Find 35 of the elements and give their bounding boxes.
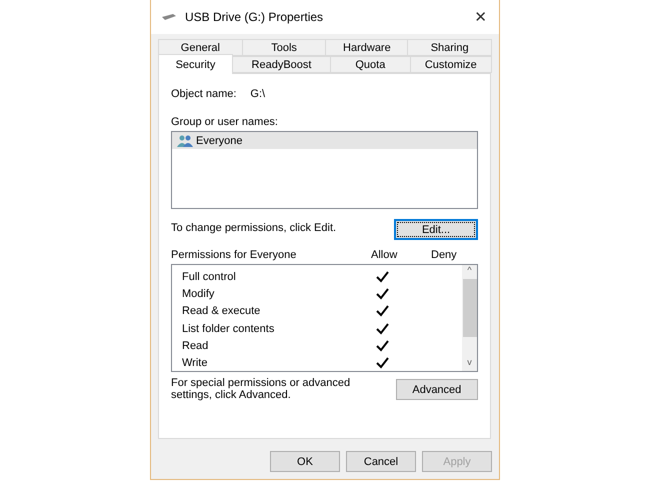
scroll-down-button[interactable]: v bbox=[467, 357, 472, 371]
tab[interactable]: Sharing bbox=[407, 39, 492, 56]
permission-name: Write bbox=[181, 357, 208, 370]
object-name-value: G:\ bbox=[250, 88, 266, 100]
tab[interactable]: ReadyBoost bbox=[232, 56, 332, 73]
dialog-button[interactable]: Cancel bbox=[346, 451, 416, 472]
permission-name: List folder contents bbox=[181, 322, 276, 335]
permissions-label: Permissions for Everyone bbox=[171, 249, 298, 261]
permissions-list[interactable]: Full control Modify Read & execute List folder contents Read Write ^ v bbox=[171, 264, 478, 372]
group-list-label: Group or user names: bbox=[171, 116, 279, 128]
permission-name: Full control bbox=[181, 270, 237, 283]
object-name-label: Object name: bbox=[171, 88, 236, 100]
scroll-up-button[interactable]: ^ bbox=[467, 265, 472, 279]
permission-name: Modify bbox=[181, 288, 216, 300]
users-icon bbox=[177, 134, 193, 146]
group-name[interactable]: Everyone bbox=[196, 134, 242, 146]
tab[interactable]: Tools bbox=[242, 39, 326, 56]
tab[interactable]: Hardware bbox=[325, 39, 408, 56]
advanced-hint: For special permissions or advanced settings, click Advanced. bbox=[171, 377, 352, 401]
permission-name: Read bbox=[181, 340, 210, 352]
group-list[interactable]: Everyone bbox=[171, 131, 478, 209]
scrollbar[interactable]: ^ v bbox=[462, 265, 477, 371]
tab[interactable]: Customize bbox=[410, 56, 492, 73]
allow-header: Allow bbox=[371, 249, 398, 261]
edit-button[interactable]: Edit... bbox=[394, 219, 478, 240]
tab[interactable]: Quota bbox=[330, 56, 411, 73]
dialog-button[interactable]: OK bbox=[270, 451, 340, 472]
drive-icon bbox=[161, 13, 177, 21]
tab[interactable]: Security bbox=[158, 54, 233, 74]
permission-name: Read & execute bbox=[181, 305, 262, 318]
advanced-button[interactable]: Advanced bbox=[396, 379, 478, 400]
window-title: USB Drive (G:) Properties bbox=[185, 10, 324, 24]
close-button[interactable]: ✕ bbox=[470, 8, 491, 26]
change-permissions-hint: To change permissions, click Edit. bbox=[171, 222, 336, 234]
deny-header: Deny bbox=[431, 249, 457, 261]
